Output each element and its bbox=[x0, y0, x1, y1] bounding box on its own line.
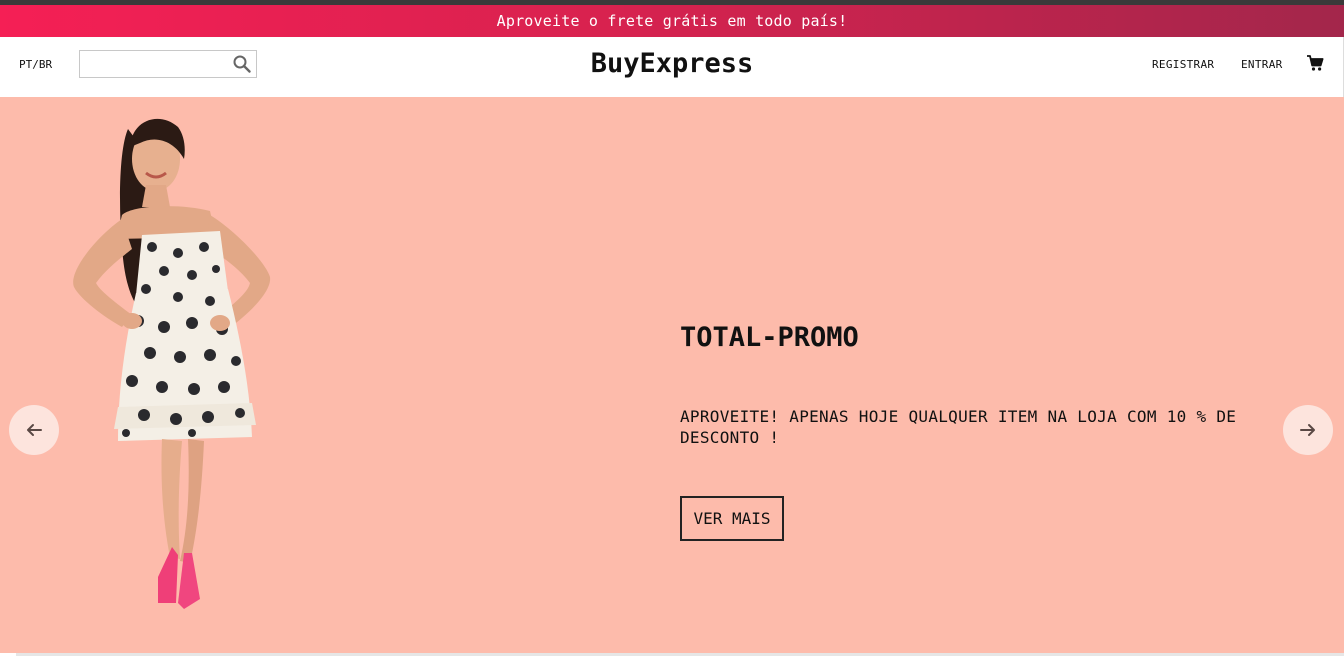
arrow-right-icon bbox=[1300, 424, 1315, 436]
see-more-button[interactable]: VER MAIS bbox=[680, 496, 784, 541]
site-logo[interactable]: BuyExpress bbox=[591, 48, 754, 79]
promo-title: TOTAL-PROMO bbox=[680, 322, 859, 353]
announcement-text: Aproveite o frete grátis em todo país! bbox=[496, 12, 848, 30]
announcement-bar: Aproveite o frete grátis em todo país! bbox=[0, 5, 1344, 37]
register-link[interactable]: REGISTRAR bbox=[1152, 58, 1214, 71]
search-box bbox=[79, 50, 257, 78]
arrow-left-icon bbox=[27, 424, 42, 436]
shopping-cart-icon[interactable] bbox=[1306, 54, 1324, 72]
slider-prev-button[interactable] bbox=[9, 405, 59, 455]
hero-slider: TOTAL-PROMO APROVEITE! APENAS HOJE QUALQ… bbox=[0, 97, 1344, 653]
search-icon[interactable] bbox=[232, 54, 252, 74]
model-in-polka-dot-dress-image bbox=[73, 118, 271, 609]
slider-next-button[interactable] bbox=[1283, 405, 1333, 455]
language-selector[interactable]: PT/BR bbox=[19, 58, 52, 71]
navbar: PT/BR BuyExpress REGISTRAR ENTRAR bbox=[0, 37, 1344, 97]
login-link[interactable]: ENTRAR bbox=[1241, 58, 1283, 71]
search-input[interactable] bbox=[80, 51, 230, 77]
promo-description: APROVEITE! APENAS HOJE QUALQUER ITEM NA … bbox=[680, 407, 1237, 447]
